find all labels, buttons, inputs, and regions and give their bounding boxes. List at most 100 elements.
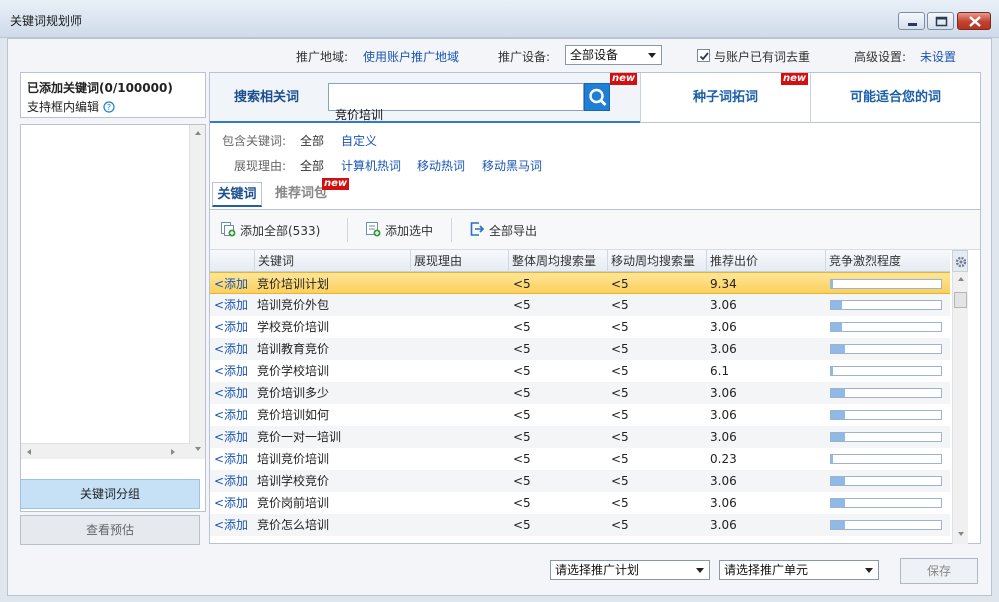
cell-total: <5 xyxy=(513,496,531,510)
table-row[interactable]: <添加 竞价培训多少 <5 <5 3.06 xyxy=(210,382,950,404)
competition-bar xyxy=(830,454,942,464)
add-keyword-link[interactable]: <添加 xyxy=(214,426,248,448)
cell-bid: 3.06 xyxy=(710,386,737,400)
table-row[interactable]: <添加 竞价岗前培训 <5 <5 3.06 xyxy=(210,492,950,514)
col-reason[interactable]: 展现理由 xyxy=(410,250,508,272)
cell-total: <5 xyxy=(513,430,531,444)
table-row[interactable]: <添加 培训竞价培训 <5 <5 0.23 xyxy=(210,448,950,470)
cell-bid: 3.06 xyxy=(710,320,737,334)
search-button[interactable] xyxy=(584,83,610,111)
scroll-up-icon[interactable] xyxy=(195,131,201,135)
col-mobile-weekly-search[interactable]: 移动周均搜索量 xyxy=(607,250,706,272)
cell-keyword: 竞价学校培训 xyxy=(257,364,330,378)
table-vertical-scrollbar[interactable] xyxy=(952,272,968,544)
scroll-left-icon[interactable] xyxy=(27,449,31,455)
cell-mobile: <5 xyxy=(611,386,629,400)
cell-keyword: 竞价培训如何 xyxy=(257,408,330,422)
add-keyword-link[interactable]: <添加 xyxy=(214,470,248,492)
table-row[interactable]: <添加 竞价培训如何 <5 <5 3.06 xyxy=(210,404,950,426)
cell-mobile: <5 xyxy=(611,320,629,334)
device-select[interactable]: 全部设备 xyxy=(565,45,662,65)
add-keyword-link[interactable]: <添加 xyxy=(214,360,248,382)
competition-bar xyxy=(830,432,942,442)
added-keywords-header: 已添加关键词(0/100000) 支持框内编辑 ? xyxy=(20,72,206,118)
col-keyword[interactable]: 关键词 xyxy=(254,250,410,272)
include-all-option[interactable]: 全部 xyxy=(300,132,324,149)
tab-related-search[interactable]: 搜索相关词 竞价培训 new xyxy=(210,73,640,123)
reason-pc-hot-link[interactable]: 计算机热词 xyxy=(341,157,401,174)
competition-bar-fill xyxy=(831,455,833,463)
table-row[interactable]: <添加 培训竞价外包 <5 <5 3.06 xyxy=(210,294,950,316)
table-row[interactable]: <添加 竞价怎么培训 <5 <5 3.06 xyxy=(210,514,950,536)
include-custom-link[interactable]: 自定义 xyxy=(341,132,377,149)
new-badge: new xyxy=(322,178,350,190)
reason-mobile-dark-link[interactable]: 移动黑马词 xyxy=(482,157,542,174)
add-keyword-link[interactable]: <添加 xyxy=(214,382,248,404)
scroll-up-icon[interactable] xyxy=(958,277,964,281)
plan-select-value: 请选择推广计划 xyxy=(555,563,640,577)
editor-vertical-scrollbar[interactable] xyxy=(189,125,205,459)
add-keyword-link[interactable]: <添加 xyxy=(214,294,248,316)
competition-bar xyxy=(830,300,942,310)
table-row[interactable]: <添加 培训教育竞价 <5 <5 3.06 xyxy=(210,338,950,360)
device-select-value: 全部设备 xyxy=(570,48,619,62)
competition-bar-fill xyxy=(831,323,842,331)
scrollbar-thumb[interactable] xyxy=(954,292,967,308)
advanced-link[interactable]: 未设置 xyxy=(920,48,956,65)
add-keyword-link[interactable]: <添加 xyxy=(214,273,248,295)
column-settings-button[interactable] xyxy=(952,250,968,272)
maximize-button[interactable] xyxy=(927,12,954,30)
table-header: 关键词 展现理由 整体周均搜索量 移动周均搜索量 推荐出价 竞争激烈程度 xyxy=(210,250,950,272)
cell-total: <5 xyxy=(513,364,531,378)
close-button[interactable] xyxy=(957,12,991,30)
dedupe-checkbox[interactable] xyxy=(697,49,710,62)
help-icon[interactable]: ? xyxy=(103,101,115,113)
minimize-icon xyxy=(908,23,917,26)
tab-suggested-words[interactable]: 可能适合您的词 xyxy=(810,73,980,123)
competition-bar-fill xyxy=(831,280,833,288)
col-competition[interactable]: 竞争激烈程度 xyxy=(825,250,950,272)
competition-bar-fill xyxy=(831,477,845,485)
editor-horizontal-scrollbar[interactable] xyxy=(21,443,191,459)
title-bar: 关键词规划师 xyxy=(0,0,999,38)
col-suggested-bid[interactable]: 推荐出价 xyxy=(706,250,825,272)
tab-recommended-packages[interactable]: 推荐词包 new xyxy=(266,178,350,207)
scroll-right-icon[interactable] xyxy=(171,449,175,455)
add-keyword-link[interactable]: <添加 xyxy=(214,316,248,338)
add-keyword-link[interactable]: <添加 xyxy=(214,514,248,536)
add-keyword-link[interactable]: <添加 xyxy=(214,338,248,360)
scroll-down-icon[interactable] xyxy=(958,532,964,536)
cell-mobile: <5 xyxy=(611,430,629,444)
search-input[interactable]: 竞价培训 xyxy=(328,83,584,122)
table-row[interactable]: <添加 竞价培训计划 <5 <5 9.34 xyxy=(210,272,950,294)
cell-keyword: 培训教育竞价 xyxy=(257,342,330,356)
table-row[interactable]: <添加 学校竞价培训 <5 <5 3.06 xyxy=(210,316,950,338)
unit-select[interactable]: 请选择推广单元 xyxy=(719,560,879,580)
reason-mobile-hot-link[interactable]: 移动热词 xyxy=(417,157,465,174)
add-keyword-link[interactable]: <添加 xyxy=(214,492,248,514)
scroll-down-icon[interactable] xyxy=(195,447,201,451)
add-keyword-link[interactable]: <添加 xyxy=(214,404,248,426)
cell-bid: 3.06 xyxy=(710,342,737,356)
table-row[interactable]: <添加 竞价一对一培训 <5 <5 3.06 xyxy=(210,426,950,448)
add-all-label: 添加全部(533) xyxy=(240,224,321,238)
minimize-button[interactable] xyxy=(898,12,925,30)
add-selected-icon xyxy=(366,222,381,237)
view-estimate-button[interactable]: 查看预估 xyxy=(20,515,200,545)
competition-bar xyxy=(830,279,942,289)
region-link[interactable]: 使用账户推广地域 xyxy=(363,48,459,65)
save-button[interactable]: 保存 xyxy=(900,558,978,584)
table-row[interactable]: <添加 竞价学校培训 <5 <5 6.1 xyxy=(210,360,950,382)
competition-bar xyxy=(830,498,942,508)
table-row[interactable]: <添加 培训学校竞价 <5 <5 3.06 xyxy=(210,470,950,492)
keyword-group-button[interactable]: 关键词分组 xyxy=(20,479,200,509)
region-label: 推广地域: xyxy=(296,50,349,64)
added-keywords-editor[interactable] xyxy=(20,124,206,512)
tab-keywords[interactable]: 关键词 xyxy=(212,182,262,207)
reason-all-option[interactable]: 全部 xyxy=(300,157,324,174)
col-total-weekly-search[interactable]: 整体周均搜索量 xyxy=(508,250,607,272)
plan-select[interactable]: 请选择推广计划 xyxy=(550,560,710,580)
add-keyword-link[interactable]: <添加 xyxy=(214,448,248,470)
tab-seed-expand[interactable]: 种子词拓词 new xyxy=(640,73,810,123)
cell-bid: 3.06 xyxy=(710,496,737,510)
